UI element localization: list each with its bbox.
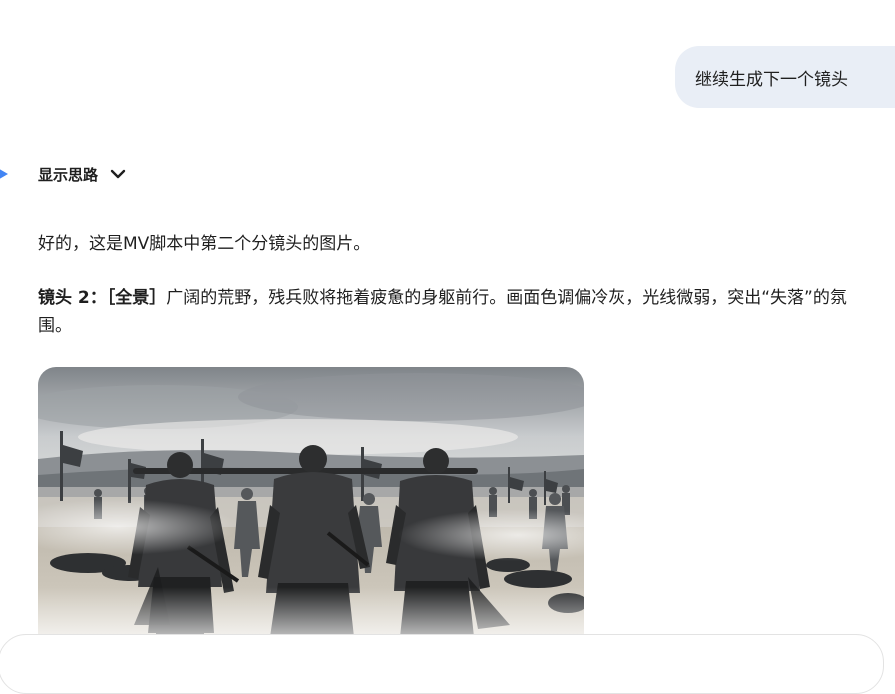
chevron-down-icon [110, 166, 126, 182]
response-intro: 好的，这是MV脚本中第二个分镜头的图片。 [38, 234, 371, 254]
response-shot-description: 镜头 2：［全景］广阔的荒野，残兵败将拖着疲惫的身躯前行。画面色调偏冷灰，光线微… [38, 284, 880, 340]
shot-label: 镜头 2：［全景］ [38, 288, 167, 308]
user-message-text: 继续生成下一个镜头 [695, 69, 848, 90]
prompt-input-box[interactable] [0, 634, 884, 694]
show-thoughts-label: 显示思路 [38, 165, 99, 184]
user-message-bubble: 继续生成下一个镜头 [675, 46, 895, 108]
gemini-spark-icon [0, 169, 8, 179]
generated-image[interactable] [38, 367, 584, 647]
show-thoughts-toggle[interactable]: 显示思路 [38, 162, 126, 186]
